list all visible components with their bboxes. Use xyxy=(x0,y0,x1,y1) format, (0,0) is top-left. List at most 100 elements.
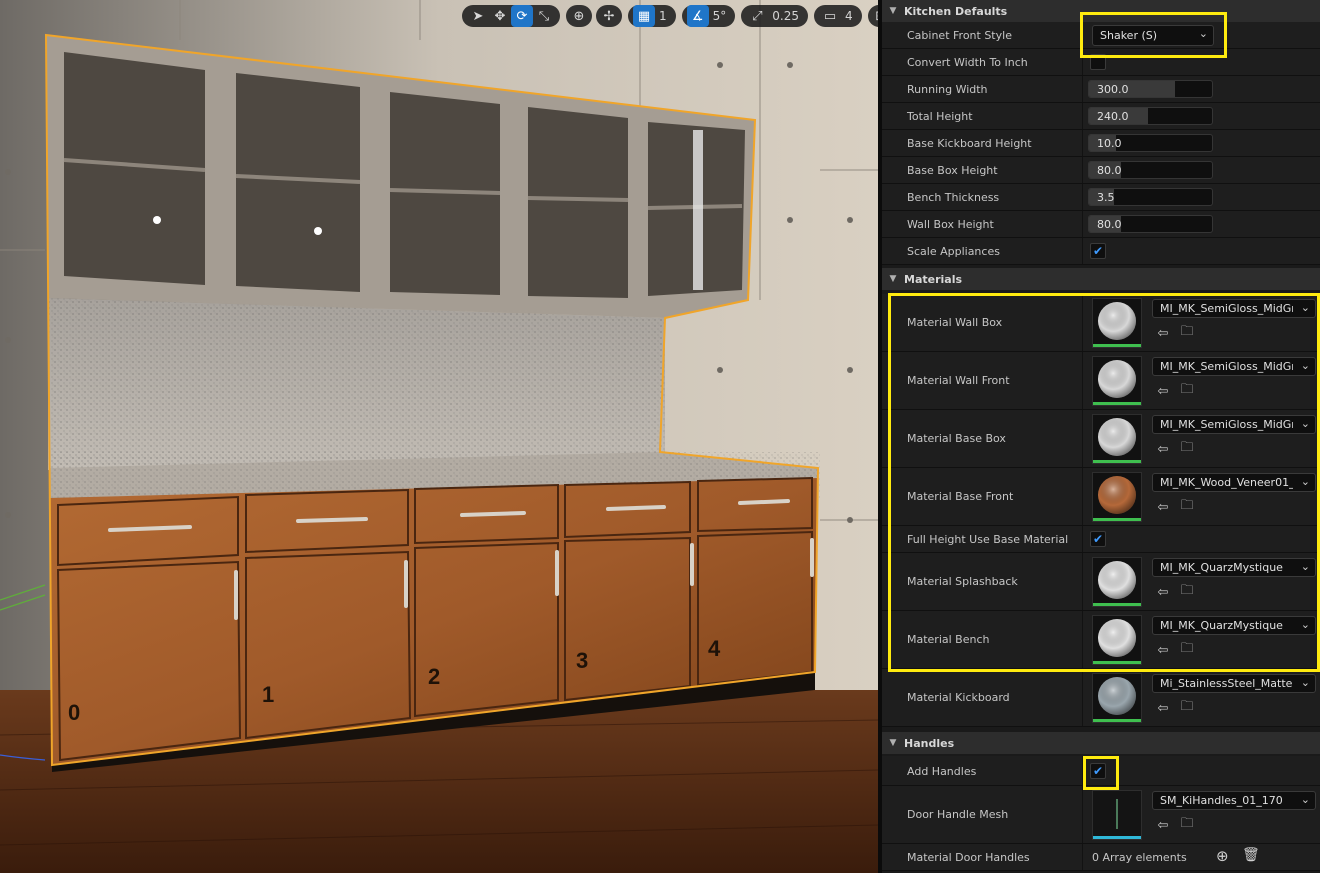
material-thumbnail[interactable] xyxy=(1092,298,1142,348)
material-thumbnail[interactable] xyxy=(1092,356,1142,406)
base-box-height-input[interactable]: 80.0 xyxy=(1088,161,1213,179)
rotate-icon[interactable]: ⟳ xyxy=(511,5,533,27)
rotation-snap-value[interactable]: 5° xyxy=(709,9,731,23)
camera-speed-value[interactable]: 4 xyxy=(841,9,857,23)
section-materials[interactable]: ▼ Materials xyxy=(882,268,1320,290)
chevron-down-icon: ⌄ xyxy=(1198,27,1208,40)
camera-icon[interactable]: ▭ xyxy=(819,5,841,27)
layout-icon[interactable]: ⊞ xyxy=(870,5,878,27)
scale-icon[interactable]: ⤡ xyxy=(533,5,555,27)
browse-folder-icon[interactable]: 🗀 xyxy=(1178,382,1196,400)
grid-icon[interactable]: ▦ xyxy=(633,5,655,27)
asset-actions: ⇦ 🗀 xyxy=(1154,498,1196,516)
chevron-down-icon: ⌄ xyxy=(1300,475,1310,488)
dropdown-value: MI_MK_QuarzMystique xyxy=(1160,619,1283,632)
cabinet-front-style-dropdown[interactable]: Shaker (S) ⌄ xyxy=(1092,25,1214,46)
row-material: Material Base Front MI_MK_Wood_Veneer01_9… xyxy=(882,468,1320,526)
scale-snap-value[interactable]: 0.25 xyxy=(768,9,803,23)
browse-folder-icon[interactable]: 🗀 xyxy=(1178,816,1196,834)
convert-width-checkbox[interactable] xyxy=(1090,54,1106,70)
add-handles-checkbox[interactable]: ✔ xyxy=(1090,763,1106,779)
material-sphere-icon xyxy=(1093,357,1141,403)
add-element-icon[interactable]: ⊕ xyxy=(1216,847,1229,865)
row-wall-box-height: Wall Box Height 80.0 xyxy=(882,211,1320,238)
browse-folder-icon[interactable]: 🗀 xyxy=(1178,324,1196,342)
full-height-use-base-checkbox[interactable]: ✔ xyxy=(1090,531,1106,547)
wall-box-height-input[interactable]: 80.0 xyxy=(1088,215,1213,233)
property-label: Running Width xyxy=(907,83,988,96)
use-selected-icon[interactable]: ⇦ xyxy=(1154,324,1172,342)
material-sphere-icon xyxy=(1093,473,1141,519)
use-selected-icon[interactable]: ⇦ xyxy=(1154,498,1172,516)
viewport-scene xyxy=(0,0,878,873)
use-selected-icon[interactable]: ⇦ xyxy=(1154,816,1172,834)
select-icon[interactable]: ➤ xyxy=(467,5,489,27)
use-selected-icon[interactable]: ⇦ xyxy=(1154,440,1172,458)
use-selected-icon[interactable]: ⇦ xyxy=(1154,699,1172,717)
rotation-snap: ∡ 5° xyxy=(681,5,736,27)
scale-appliances-checkbox[interactable]: ✔ xyxy=(1090,243,1106,259)
browse-folder-icon[interactable]: 🗀 xyxy=(1178,498,1196,516)
asset-actions: ⇦ 🗀 xyxy=(1154,816,1196,834)
browse-folder-icon[interactable]: 🗀 xyxy=(1178,641,1196,659)
property-label: Full Height Use Base Material xyxy=(907,533,1069,546)
material-dropdown[interactable]: MI_MK_SemiGloss_MidGrey ⌄ xyxy=(1152,357,1316,376)
trash-icon[interactable]: 🗑 xyxy=(1242,847,1260,863)
mesh-thumbnail[interactable] xyxy=(1092,790,1142,840)
input-value: 80.0 xyxy=(1097,218,1122,231)
total-height-input[interactable]: 240.0 xyxy=(1088,107,1213,125)
asset-type-bar xyxy=(1093,518,1141,521)
world-icon[interactable]: ⊕ xyxy=(568,5,590,27)
use-selected-icon[interactable]: ⇦ xyxy=(1154,641,1172,659)
scale-snap-icon[interactable]: ⤢ xyxy=(746,5,768,27)
material-thumbnail[interactable] xyxy=(1092,673,1142,723)
material-thumbnail[interactable] xyxy=(1092,414,1142,464)
property-label: Total Height xyxy=(907,110,973,123)
asset-actions: ⇦ 🗀 xyxy=(1154,641,1196,659)
grid-snap-value[interactable]: 1 xyxy=(655,9,671,23)
material-sphere-icon xyxy=(1093,299,1141,345)
property-label: Base Kickboard Height xyxy=(907,137,1032,150)
bench-thickness-input[interactable]: 3.5 xyxy=(1088,188,1213,206)
section-kitchen-defaults[interactable]: ▼ Kitchen Defaults xyxy=(882,0,1320,22)
asset-actions: ⇦ 🗀 xyxy=(1154,583,1196,601)
chevron-down-icon: ⌄ xyxy=(1300,560,1310,573)
section-handles[interactable]: ▼ Handles xyxy=(882,732,1320,754)
level-viewport[interactable]: 0 1 2 3 4 ➤ ✥ ⟳ ⤡ ⊕ ✢ ▦ 1 ∡ 5° ⤢ 0.25 ▭ xyxy=(0,0,878,873)
material-dropdown[interactable]: MI_MK_SemiGloss_MidGrey ⌄ xyxy=(1152,299,1316,318)
chevron-down-icon: ⌄ xyxy=(1300,618,1310,631)
property-label: Material Base Box xyxy=(907,432,1006,445)
dropdown-value: MI_MK_SemiGloss_MidGrey xyxy=(1160,360,1293,373)
door-handle-mesh-dropdown[interactable]: SM_KiHandles_01_170 ⌄ xyxy=(1152,791,1316,810)
material-dropdown[interactable]: MI_MK_QuarzMystique ⌄ xyxy=(1152,616,1316,635)
chevron-down-icon: ⌄ xyxy=(1300,301,1310,314)
dropdown-value: MI_MK_SemiGloss_MidGrey xyxy=(1160,302,1293,315)
dropdown-value: SM_KiHandles_01_170 xyxy=(1160,794,1283,807)
browse-folder-icon[interactable]: 🗀 xyxy=(1178,583,1196,601)
material-dropdown[interactable]: MI_MK_SemiGloss_MidGrey ⌄ xyxy=(1152,415,1316,434)
material-thumbnail[interactable] xyxy=(1092,472,1142,522)
section-title: Kitchen Defaults xyxy=(904,4,1008,18)
material-dropdown[interactable]: MI_MK_Wood_Veneer01_90 ⌄ xyxy=(1152,473,1316,492)
property-label: Convert Width To Inch xyxy=(907,56,1028,69)
material-dropdown[interactable]: MI_MK_QuarzMystique ⌄ xyxy=(1152,558,1316,577)
surface-snap-icon[interactable]: ✢ xyxy=(598,5,620,27)
property-label: Wall Box Height xyxy=(907,218,994,231)
translate-icon[interactable]: ✥ xyxy=(489,5,511,27)
asset-actions: ⇦ 🗀 xyxy=(1154,324,1196,342)
property-label: Bench Thickness xyxy=(907,191,1000,204)
asset-actions: ⇦ 🗀 xyxy=(1154,382,1196,400)
collapse-triangle-icon: ▼ xyxy=(889,274,897,284)
material-thumbnail[interactable] xyxy=(1092,615,1142,665)
running-width-input[interactable]: 300.0 xyxy=(1088,80,1213,98)
browse-folder-icon[interactable]: 🗀 xyxy=(1178,699,1196,717)
use-selected-icon[interactable]: ⇦ xyxy=(1154,382,1172,400)
dropdown-value: Shaker (S) xyxy=(1100,29,1158,42)
property-label: Add Handles xyxy=(907,765,977,778)
browse-folder-icon[interactable]: 🗀 xyxy=(1178,440,1196,458)
material-thumbnail[interactable] xyxy=(1092,557,1142,607)
base-kickboard-height-input[interactable]: 10.0 xyxy=(1088,134,1213,152)
material-dropdown[interactable]: Mi_StainlessSteel_Matte ⌄ xyxy=(1152,674,1316,693)
angle-icon[interactable]: ∡ xyxy=(686,5,709,27)
use-selected-icon[interactable]: ⇦ xyxy=(1154,583,1172,601)
